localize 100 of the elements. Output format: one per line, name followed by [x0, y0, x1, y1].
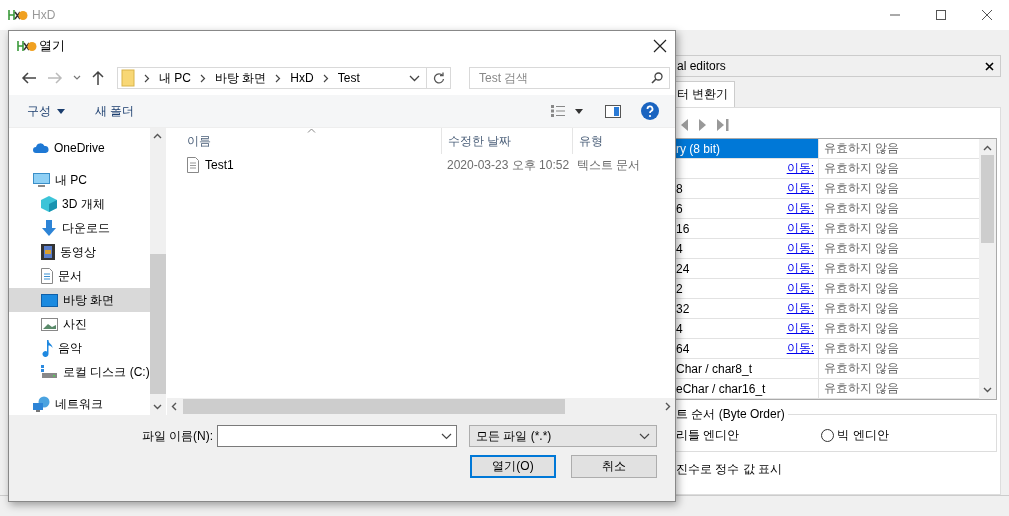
breadcrumb-item[interactable]: Test — [337, 71, 360, 85]
type-name: 32 — [676, 301, 690, 316]
download-icon — [41, 220, 57, 236]
column-header[interactable]: 수정한 날짜 — [442, 128, 573, 154]
up-icon[interactable] — [91, 70, 105, 86]
radio-option[interactable]: 빅 엔디안 — [821, 426, 889, 444]
view-icon[interactable] — [551, 105, 565, 117]
app-icon — [8, 8, 28, 22]
scroll-left-icon[interactable] — [171, 402, 177, 411]
goto-link[interactable]: 이동: — [786, 180, 814, 197]
goto-link[interactable]: 이동: — [786, 160, 814, 177]
nav-item[interactable]: 내 PC — [9, 168, 150, 192]
breadcrumb-item[interactable]: 내 PC — [159, 69, 191, 87]
computer-icon — [33, 172, 50, 188]
scrollbar[interactable] — [979, 139, 996, 399]
photo-icon — [41, 317, 58, 331]
type-name: 4 — [676, 241, 683, 256]
toolbar-button[interactable]: 구성 — [27, 102, 65, 120]
file-type: 텍스트 문서 — [577, 156, 641, 174]
table-cell-text: 유효하지 않음 — [823, 240, 901, 257]
nav-item[interactable]: 3D 개체 — [9, 192, 150, 216]
file-name: Test1 — [205, 158, 234, 172]
column-header[interactable]: 유형 — [573, 128, 675, 154]
table-cell-text: 유효하지 않음 — [823, 200, 901, 217]
nav-item[interactable]: 로컬 디스크 (C:) — [9, 360, 150, 384]
group-label: 트 순서 (Byte Order) — [676, 406, 788, 423]
scroll-down-icon[interactable] — [153, 404, 163, 410]
scroll-right-icon[interactable] — [665, 402, 671, 411]
close-icon[interactable] — [981, 9, 993, 21]
chevron-icon — [322, 73, 329, 83]
type-name: 6 — [676, 201, 683, 216]
nav-item[interactable]: 바탕 화면 — [9, 288, 150, 312]
toolbar-button[interactable]: 새 폴더 — [95, 102, 135, 120]
search-field[interactable]: Test 검색 — [469, 67, 670, 89]
dialog-button[interactable]: 열기(O) — [470, 455, 556, 478]
table-cell-text: 유효하지 않음 — [823, 140, 901, 157]
breadcrumb-item[interactable]: 바탕 화면 — [215, 69, 267, 87]
help-icon[interactable] — [641, 102, 659, 120]
option-label[interactable]: 진수로 정수 값 표시 — [676, 461, 997, 478]
tab[interactable]: 터 변환기 — [676, 81, 736, 107]
desktop-icon — [41, 293, 58, 307]
scroll-up-icon[interactable] — [153, 133, 163, 139]
refresh-icon — [432, 72, 445, 84]
table-cell-text: 유효하지 않음 — [823, 160, 901, 177]
nav-item[interactable]: 네트워크 — [9, 392, 150, 416]
window-title: HxD — [32, 8, 56, 22]
table-cell-text: 유효하지 않음 — [823, 260, 901, 277]
type-name: ry (8 bit) — [676, 141, 720, 156]
caret-icon[interactable] — [575, 108, 583, 114]
last-icon[interactable] — [716, 118, 730, 132]
drive-icon — [41, 365, 58, 379]
nav-item[interactable]: 동영상 — [9, 240, 150, 264]
back-icon[interactable] — [21, 71, 37, 85]
type-name: 2 — [676, 281, 683, 296]
type-name: 16 — [676, 221, 690, 236]
goto-link[interactable]: 이동: — [786, 260, 814, 277]
goto-link[interactable]: 이동: — [786, 300, 814, 317]
address-bar[interactable]: 내 PC 바탕 화면 HxD Test — [117, 67, 451, 89]
goto-link[interactable]: 이동: — [786, 340, 814, 357]
file-name-label: 파일 이름(N): — [141, 427, 213, 445]
chevron-icon — [144, 73, 150, 83]
scrollbar[interactable] — [149, 128, 166, 415]
dialog-title: 열기 — [39, 37, 65, 55]
goto-link[interactable]: 이동: — [786, 220, 814, 237]
radio-option[interactable]: 리틀 엔디안 — [676, 426, 740, 444]
panel-title: al editors — [676, 59, 726, 73]
dialog-button[interactable]: 취소 — [571, 455, 657, 478]
table-cell-text: 유효하지 않음 — [823, 220, 901, 237]
table-cell-text: 유효하지 않음 — [823, 380, 901, 397]
scroll-up-icon[interactable] — [983, 145, 992, 151]
table-cell-text: 유효하지 않음 — [823, 360, 901, 377]
preview-pane-icon[interactable] — [605, 104, 621, 118]
goto-link[interactable]: 이동: — [786, 320, 814, 337]
scrollbar[interactable] — [167, 398, 675, 415]
nav-item[interactable]: 사진 — [9, 312, 150, 336]
file-row[interactable]: Test1 2020-03-23 오후 10:52 텍스트 문서 — [167, 154, 675, 176]
network-icon — [33, 396, 50, 412]
nav-item[interactable]: 문서 — [9, 264, 150, 288]
nav-item[interactable]: 음악 — [9, 336, 150, 360]
chevron-icon — [200, 73, 206, 83]
film-icon — [41, 244, 55, 260]
file-name-field[interactable] — [217, 425, 457, 447]
close-icon[interactable] — [985, 61, 994, 71]
nav-item[interactable]: OneDrive — [9, 136, 150, 160]
dropdown-icon[interactable] — [409, 74, 420, 82]
dropdown-icon[interactable] — [441, 432, 452, 440]
file-date: 2020-03-23 오후 10:52 — [446, 156, 571, 174]
goto-link[interactable]: 이동: — [786, 240, 814, 257]
table-cell-text: 유효하지 않음 — [823, 340, 901, 357]
column-header[interactable]: 이름 — [167, 128, 442, 154]
breadcrumb-item[interactable]: HxD — [290, 71, 314, 85]
scroll-down-icon[interactable] — [983, 387, 992, 393]
nav-item[interactable]: 다운로드 — [9, 216, 150, 240]
goto-link[interactable]: 이동: — [786, 200, 814, 217]
goto-link[interactable]: 이동: — [786, 280, 814, 297]
file-type-dropdown[interactable]: 모든 파일 (*.*) — [469, 425, 657, 447]
next-icon[interactable] — [697, 118, 707, 132]
table-cell-text: 유효하지 않음 — [823, 280, 901, 297]
close-icon[interactable] — [653, 39, 667, 53]
maximize-icon[interactable] — [935, 9, 947, 21]
